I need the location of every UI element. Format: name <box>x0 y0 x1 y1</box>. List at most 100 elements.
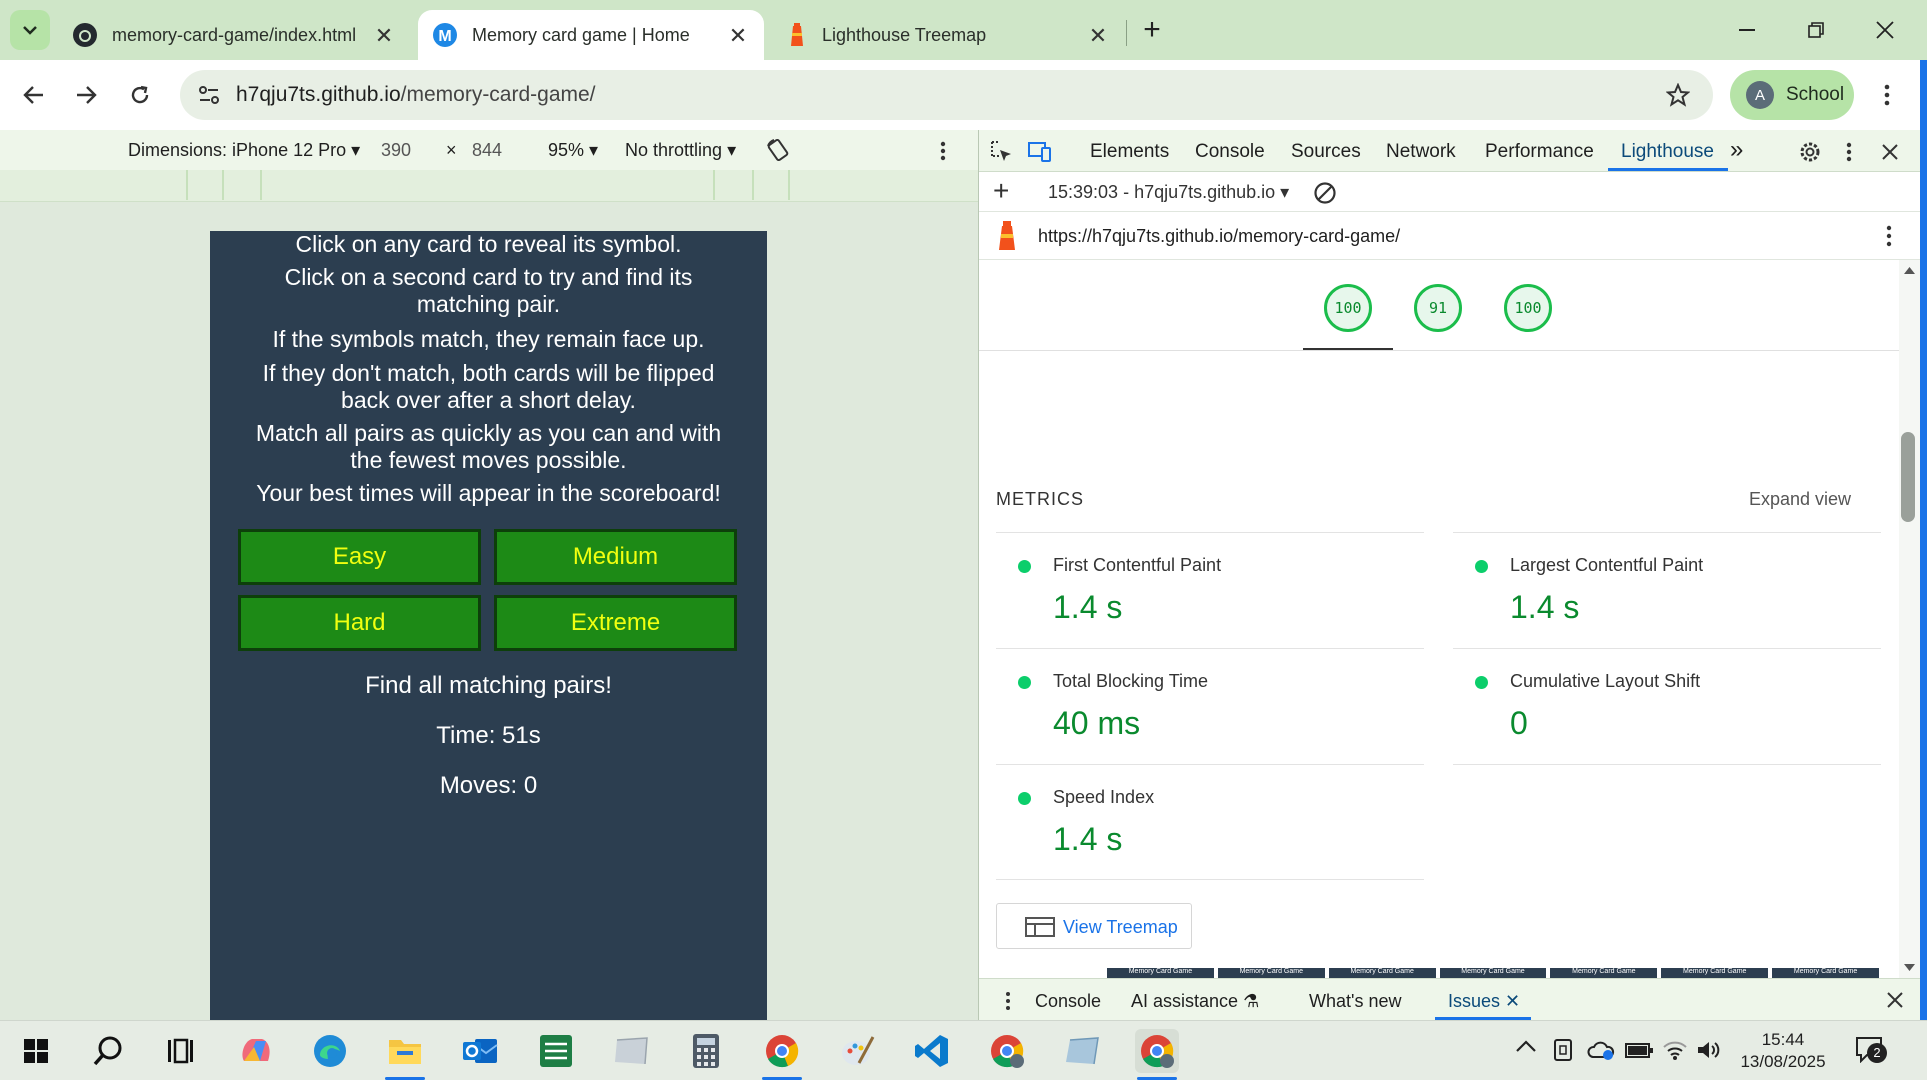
report-scrollbar[interactable] <box>1899 260 1920 978</box>
dimension-times: × <box>446 140 457 160</box>
lighthouse-toolbar: + 15:39:03 - h7qju7ts.github.io ▾ <box>979 172 1920 212</box>
task-view-button[interactable] <box>158 1029 202 1073</box>
more-vert-icon[interactable] <box>1841 140 1857 164</box>
extreme-button[interactable]: Extreme <box>494 595 737 651</box>
metric-divider <box>1453 764 1881 765</box>
file-explorer-button[interactable] <box>383 1029 427 1080</box>
zoom-select[interactable]: 95% ▾ <box>548 140 598 161</box>
tab-performance[interactable]: Performance <box>1485 141 1594 163</box>
volume-icon[interactable] <box>1696 1039 1722 1061</box>
search-icon <box>93 1036 122 1066</box>
report-url[interactable]: https://h7qju7ts.github.io/memory-card-g… <box>1038 226 1400 247</box>
phone-link-icon[interactable] <box>1553 1038 1573 1062</box>
battery-icon[interactable] <box>1625 1041 1653 1059</box>
tab-github[interactable]: memory-card-game/index.html ✕ <box>58 10 410 60</box>
rotate-icon[interactable] <box>765 137 791 163</box>
drawer-tab-console[interactable]: Console <box>1035 991 1101 1012</box>
bookmark-star-icon[interactable] <box>1666 83 1690 107</box>
media-query-bar[interactable] <box>0 170 978 202</box>
notification-center-button[interactable]: 2 <box>1855 1035 1889 1067</box>
arrow-left-icon <box>23 86 43 104</box>
remote-app-button[interactable] <box>1060 1029 1104 1073</box>
gauge-row-divider <box>979 350 1899 351</box>
new-tab-button[interactable]: + <box>1136 12 1168 48</box>
close-tab-icon[interactable]: ✕ <box>1086 23 1110 49</box>
report-selector[interactable]: 15:39:03 - h7qju7ts.github.io ▾ <box>1048 182 1289 203</box>
tab-elements[interactable]: Elements <box>1090 141 1169 163</box>
more-vert-icon[interactable] <box>1002 990 1014 1012</box>
close-devtools-icon[interactable] <box>1881 143 1899 161</box>
site-info-icon[interactable] <box>198 85 220 105</box>
more-vert-icon[interactable] <box>933 140 953 162</box>
scroll-down-icon[interactable] <box>1903 963 1916 972</box>
medium-button[interactable]: Medium <box>494 529 737 585</box>
chrome-icon <box>766 1035 799 1068</box>
generic-app-button[interactable] <box>609 1029 653 1073</box>
drawer-tab-issues[interactable]: Issues ✕ <box>1448 991 1520 1012</box>
score-gauge-accessibility[interactable]: 91 <box>1414 284 1462 332</box>
outlook-button[interactable] <box>458 1029 502 1073</box>
tab-lighthouse[interactable]: Lighthouse <box>1621 141 1714 163</box>
device-toggle-icon[interactable] <box>1027 140 1053 164</box>
device-width-input[interactable]: 390 <box>381 140 411 161</box>
edge-button[interactable] <box>308 1029 352 1073</box>
new-report-button[interactable]: + <box>993 175 1009 207</box>
hard-button[interactable]: Hard <box>238 595 481 651</box>
show-hidden-icons-button[interactable] <box>1515 1039 1537 1053</box>
close-window-button[interactable] <box>1862 10 1908 50</box>
tab-title: memory-card-game/index.html <box>112 24 357 45</box>
avatar: A <box>1746 81 1774 109</box>
inspect-element-icon[interactable] <box>990 140 1014 164</box>
score-gauge-best-practices[interactable]: 100 <box>1504 284 1552 332</box>
search-button[interactable] <box>86 1029 130 1073</box>
more-tabs-button[interactable]: » <box>1730 136 1743 164</box>
start-button[interactable] <box>14 1029 58 1073</box>
chrome-profile-button[interactable] <box>985 1029 1029 1073</box>
tab-lighthouse-treemap[interactable]: Lighthouse Treemap ✕ <box>772 10 1124 60</box>
minimize-button[interactable] <box>1724 10 1770 50</box>
expand-view-toggle[interactable]: Expand view <box>1749 489 1851 510</box>
address-bar[interactable]: h7qju7ts.github.io/memory-card-game/ <box>180 70 1713 120</box>
forward-button[interactable] <box>66 75 106 115</box>
easy-button[interactable]: Easy <box>238 529 481 585</box>
tab-memory-card-game[interactable]: M Memory card game | Home ✕ <box>418 10 764 60</box>
more-vert-icon[interactable] <box>1881 223 1897 249</box>
chrome-active-button[interactable] <box>1135 1029 1179 1080</box>
drawer-tab-ai-assistance[interactable]: AI assistance ⚗ <box>1131 991 1259 1012</box>
tab-network[interactable]: Network <box>1386 141 1456 163</box>
paint-button[interactable] <box>835 1029 879 1073</box>
profile-button[interactable]: A School <box>1730 70 1854 120</box>
drawer-tab-whats-new[interactable]: What's new <box>1309 991 1401 1012</box>
close-drawer-tab-icon[interactable]: ✕ <box>1505 991 1520 1011</box>
scroll-up-icon[interactable] <box>1903 266 1916 275</box>
sheets-button[interactable] <box>534 1029 578 1073</box>
view-treemap-button[interactable]: View Treemap <box>996 903 1192 949</box>
tab-console[interactable]: Console <box>1195 141 1265 163</box>
back-button[interactable] <box>14 75 54 115</box>
reload-button[interactable] <box>120 75 160 115</box>
clear-reports-icon[interactable] <box>1313 181 1337 205</box>
restore-button[interactable] <box>1793 10 1839 50</box>
browser-menu-button[interactable] <box>1872 80 1902 110</box>
calculator-icon <box>693 1034 719 1068</box>
scrollbar-thumb[interactable] <box>1901 432 1915 522</box>
score-gauge-performance[interactable]: 100 <box>1324 284 1372 332</box>
calculator-button[interactable] <box>684 1029 728 1073</box>
close-tab-icon[interactable]: ✕ <box>726 23 750 49</box>
close-tab-icon[interactable]: ✕ <box>372 23 396 49</box>
onedrive-icon[interactable] <box>1587 1039 1615 1061</box>
vscode-button[interactable] <box>910 1029 954 1073</box>
tab-search-button[interactable] <box>10 10 50 50</box>
settings-gear-icon[interactable] <box>1798 140 1822 164</box>
taskbar-clock[interactable]: 15:44 13/08/2025 <box>1728 1029 1838 1073</box>
tab-sources[interactable]: Sources <box>1291 141 1361 163</box>
copilot-button[interactable] <box>234 1029 278 1073</box>
chrome-button[interactable] <box>760 1029 804 1080</box>
url-text[interactable]: h7qju7ts.github.io/memory-card-game/ <box>236 83 596 107</box>
device-dimensions-select[interactable]: Dimensions: iPhone 12 Pro ▾ <box>128 140 360 161</box>
close-drawer-icon[interactable] <box>1887 992 1903 1008</box>
device-height-input[interactable]: 844 <box>472 140 502 161</box>
throttling-select[interactable]: No throttling ▾ <box>625 140 736 161</box>
wifi-icon[interactable] <box>1662 1039 1688 1061</box>
instruction-1: Click on any card to reveal its symbol. <box>295 231 682 257</box>
